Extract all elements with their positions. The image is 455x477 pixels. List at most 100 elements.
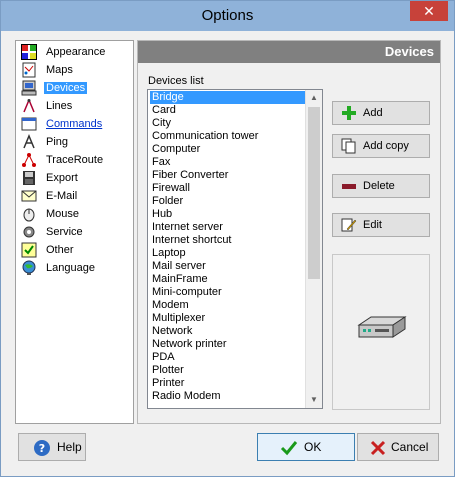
nav-item-traceroute[interactable]: TraceRoute bbox=[16, 151, 133, 169]
nav-item-label: Devices bbox=[44, 82, 88, 94]
list-item[interactable]: Modem bbox=[150, 299, 306, 312]
nav-item-label: Mouse bbox=[46, 208, 80, 220]
scroll-down-icon[interactable]: ▼ bbox=[306, 392, 322, 408]
list-item[interactable]: MainFrame bbox=[150, 273, 306, 286]
dialog-client: Appearance Maps Devices Lines Commands P… bbox=[7, 31, 448, 472]
add-button[interactable]: Add bbox=[332, 101, 430, 125]
panel-header: Devices bbox=[138, 41, 440, 63]
list-item[interactable]: City bbox=[150, 117, 306, 130]
svg-text:?: ? bbox=[39, 442, 45, 455]
list-item[interactable]: Mini-computer bbox=[150, 286, 306, 299]
copy-icon bbox=[341, 138, 356, 154]
cancel-x-icon bbox=[370, 440, 386, 456]
list-item[interactable]: Card bbox=[150, 104, 306, 117]
ping-icon bbox=[23, 134, 35, 149]
list-item[interactable]: Firewall bbox=[150, 182, 306, 195]
category-list[interactable]: Appearance Maps Devices Lines Commands P… bbox=[15, 40, 134, 424]
help-button[interactable]: ? Help bbox=[18, 433, 86, 461]
lines-icon bbox=[23, 99, 35, 113]
list-item[interactable]: Network printer bbox=[150, 338, 306, 351]
nav-item-service[interactable]: Service bbox=[16, 223, 133, 241]
nav-item-lines[interactable]: Lines bbox=[16, 97, 133, 115]
traceroute-icon bbox=[22, 153, 36, 167]
devices-list-scrollbar[interactable]: ▲ ▼ bbox=[305, 90, 322, 408]
nav-item-ping[interactable]: Ping bbox=[16, 133, 133, 151]
nav-item-label: TraceRoute bbox=[46, 154, 104, 166]
list-item[interactable]: Bridge bbox=[150, 91, 306, 104]
list-item[interactable]: Laptop bbox=[150, 247, 306, 260]
list-item[interactable]: Internet server bbox=[150, 221, 306, 234]
list-item[interactable]: Folder bbox=[150, 195, 306, 208]
other-icon bbox=[21, 242, 37, 258]
edit-button-label: Edit bbox=[363, 219, 382, 231]
nav-item-label: E-Mail bbox=[46, 190, 78, 202]
nav-item-export[interactable]: Export bbox=[16, 169, 133, 187]
device-preview bbox=[332, 254, 430, 410]
list-item[interactable]: Hub bbox=[150, 208, 306, 221]
devices-panel: Devices Devices list Bridge Card City Co… bbox=[137, 40, 441, 424]
email-icon bbox=[21, 190, 37, 202]
checkmark-icon bbox=[280, 441, 298, 456]
list-item[interactable]: PDA bbox=[150, 351, 306, 364]
nav-item-language[interactable]: Language bbox=[16, 259, 133, 277]
export-icon bbox=[23, 171, 35, 185]
minus-icon bbox=[342, 184, 356, 189]
delete-button[interactable]: Delete bbox=[332, 174, 430, 198]
nav-item-label: Ping bbox=[46, 136, 69, 148]
list-item[interactable]: Plotter bbox=[150, 364, 306, 377]
close-button[interactable]: ✕ bbox=[410, 1, 448, 21]
nav-item-other[interactable]: Other bbox=[16, 241, 133, 259]
devices-list[interactable]: Bridge Card City Communication tower Com… bbox=[147, 89, 323, 409]
mouse-icon bbox=[23, 208, 35, 222]
list-item[interactable]: Internet shortcut bbox=[150, 234, 306, 247]
language-icon bbox=[22, 260, 36, 275]
list-item[interactable]: Computer bbox=[150, 143, 306, 156]
cancel-button-label: Cancel bbox=[391, 440, 429, 454]
list-item[interactable]: Multiplexer bbox=[150, 312, 306, 325]
nav-item-label: Service bbox=[46, 226, 83, 238]
ok-button-label: OK bbox=[304, 440, 322, 454]
nav-item-label: Other bbox=[46, 244, 74, 256]
devices-icon bbox=[21, 80, 37, 96]
add-copy-button-label: Add copy bbox=[363, 140, 409, 152]
devices-list-label: Devices list bbox=[148, 75, 204, 87]
list-item[interactable]: Fiber Converter bbox=[150, 169, 306, 182]
add-button-label: Add bbox=[363, 107, 383, 119]
title-bar[interactable]: Options ✕ bbox=[1, 1, 454, 31]
nav-item-mouse[interactable]: Mouse bbox=[16, 205, 133, 223]
nav-item-email[interactable]: E-Mail bbox=[16, 187, 133, 205]
options-window: Options ✕ Appearance Maps Devices Lines … bbox=[0, 0, 455, 477]
list-item[interactable]: Network bbox=[150, 325, 306, 338]
scroll-thumb[interactable] bbox=[308, 107, 320, 279]
edit-button[interactable]: Edit bbox=[332, 213, 430, 237]
nav-item-label: Appearance bbox=[46, 46, 106, 58]
edit-icon bbox=[341, 218, 357, 232]
bridge-device-icon bbox=[357, 316, 407, 338]
nav-item-maps[interactable]: Maps bbox=[16, 61, 133, 79]
list-item[interactable]: Communication tower bbox=[150, 130, 306, 143]
add-copy-button[interactable]: Add copy bbox=[332, 134, 430, 158]
list-item[interactable]: Mail server bbox=[150, 260, 306, 273]
appearance-icon bbox=[21, 44, 37, 60]
nav-item-devices[interactable]: Devices bbox=[16, 79, 133, 97]
list-item[interactable]: Fax bbox=[150, 156, 306, 169]
nav-item-commands[interactable]: Commands bbox=[16, 115, 133, 133]
nav-item-label: Export bbox=[46, 172, 78, 184]
cancel-button[interactable]: Cancel bbox=[357, 433, 439, 461]
plus-icon bbox=[342, 106, 356, 120]
nav-item-label: Language bbox=[46, 262, 95, 274]
maps-icon bbox=[22, 62, 36, 78]
nav-item-label: Lines bbox=[46, 100, 73, 112]
nav-item-appearance[interactable]: Appearance bbox=[16, 43, 133, 61]
service-icon bbox=[23, 226, 35, 238]
window-title: Options bbox=[201, 7, 254, 24]
ok-button[interactable]: OK bbox=[257, 433, 355, 461]
list-item[interactable]: Radio Modem bbox=[150, 390, 306, 403]
nav-item-label: Maps bbox=[46, 64, 73, 76]
nav-item-label: Commands bbox=[46, 118, 103, 130]
commands-icon bbox=[21, 117, 37, 131]
list-item[interactable]: Printer bbox=[150, 377, 306, 390]
scroll-up-icon[interactable]: ▲ bbox=[306, 90, 322, 106]
help-icon: ? bbox=[34, 440, 50, 456]
delete-button-label: Delete bbox=[363, 180, 395, 192]
